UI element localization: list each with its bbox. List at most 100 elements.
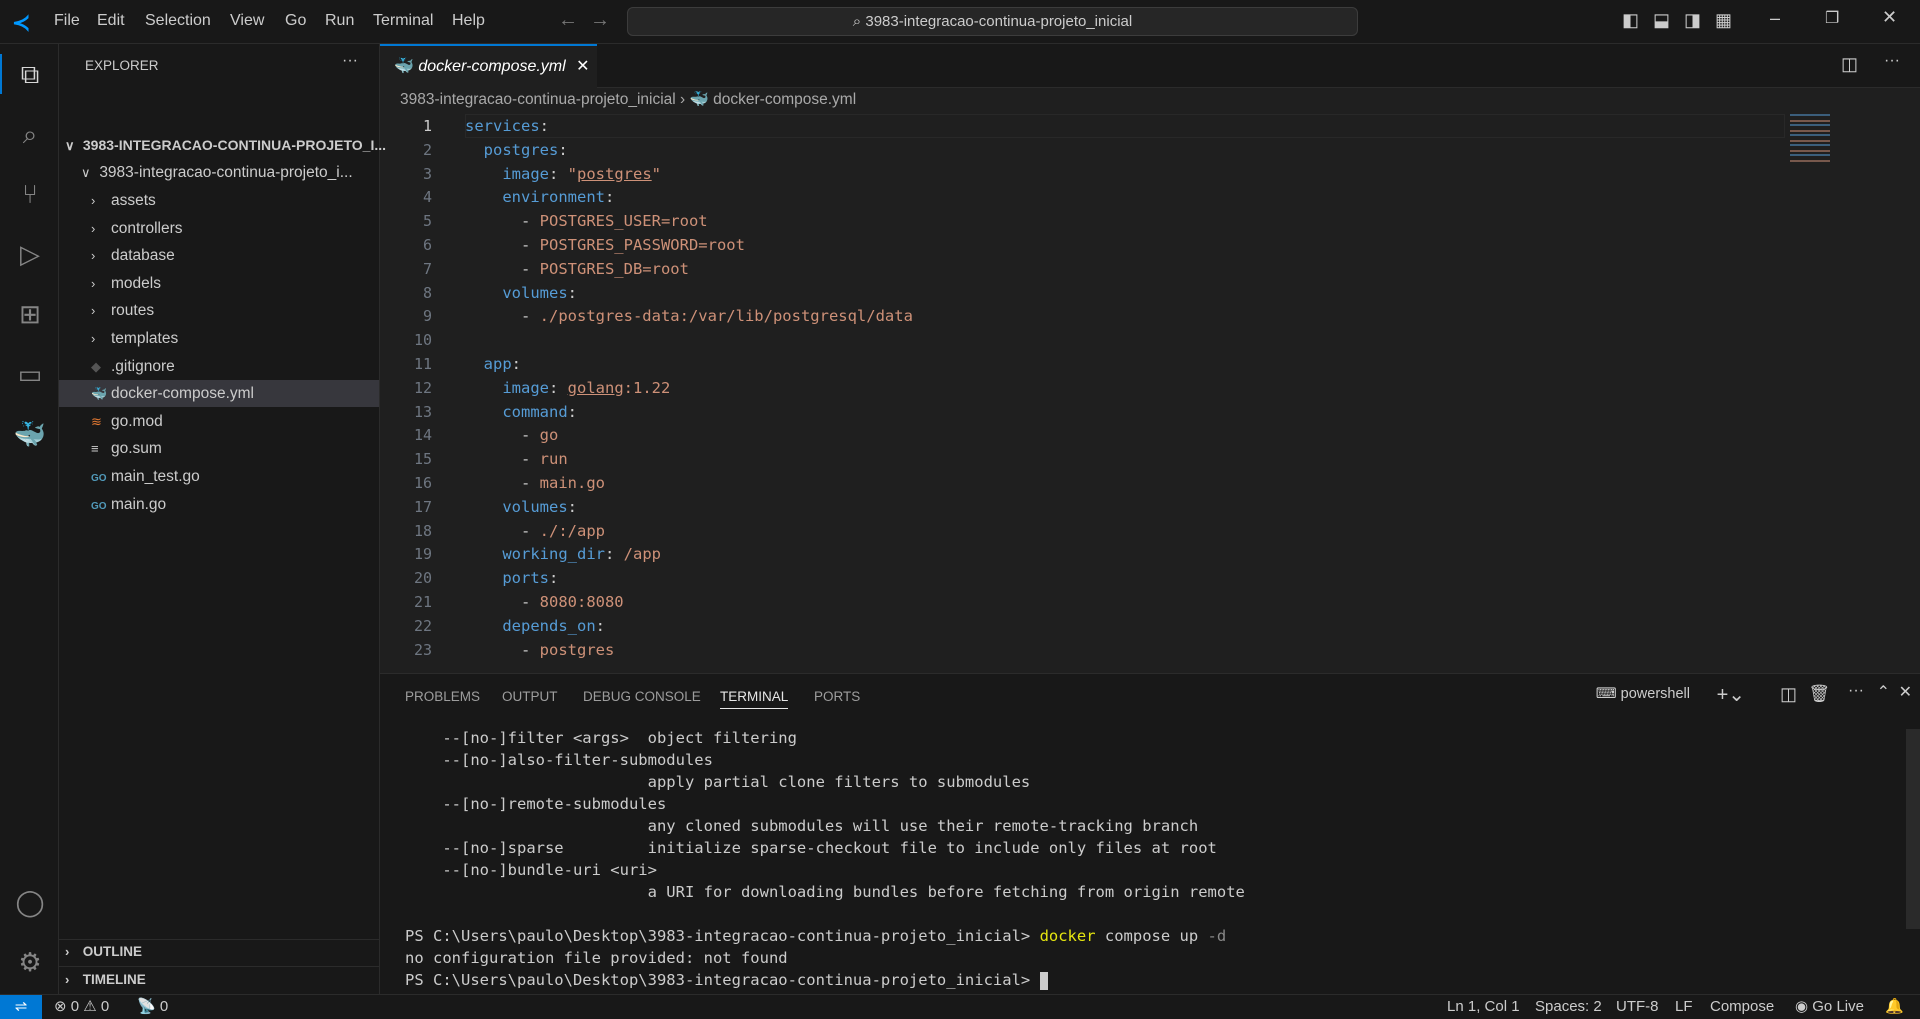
yaml-key: environment <box>502 188 605 207</box>
tree-item[interactable]: 🐳 docker-compose.yml <box>59 380 379 408</box>
tree-item[interactable]: › assets <box>59 187 379 214</box>
indentation[interactable]: Spaces: 2 <box>1535 995 1602 1019</box>
menu-help[interactable]: Help <box>452 12 485 30</box>
menu-file[interactable]: File <box>54 12 80 30</box>
timeline-section[interactable]: › TIMELINE <box>59 966 379 993</box>
terminal-shell-selector[interactable]: ⌨ powershell <box>1596 686 1690 702</box>
tab-terminal[interactable]: TERMINAL <box>720 689 789 709</box>
settings-gear-icon[interactable]: ⚙ <box>12 944 48 980</box>
panel-more-actions-icon[interactable]: ··· <box>1848 682 1864 700</box>
line-number: 22 <box>413 616 432 635</box>
tab-problems[interactable]: PROBLEMS <box>405 689 480 704</box>
breadcrumb-file[interactable]: docker-compose.yml <box>713 91 856 108</box>
remote-indicator-icon[interactable]: ⇌ <box>0 995 42 1019</box>
tree-item-label: docker-compose.yml <box>111 385 254 403</box>
tab-docker-compose[interactable]: 🐳 docker-compose.yml ✕ <box>380 44 597 88</box>
punctuation: - <box>465 259 540 278</box>
split-terminal-icon[interactable]: ◫ <box>1780 684 1797 705</box>
line-number: 4 <box>422 188 432 207</box>
remote-explorer-icon[interactable]: ▭ <box>12 356 48 392</box>
tree-item[interactable]: › database <box>59 242 379 269</box>
punctuation <box>465 188 502 206</box>
chevron-down-icon: ∨ <box>81 165 91 180</box>
restore-button[interactable]: ❐ <box>1825 8 1839 28</box>
problems-indicator[interactable]: ⊗ 0 ⚠ 0 <box>54 995 109 1019</box>
punctuation: - <box>465 450 540 469</box>
docker-icon[interactable]: 🐳 <box>12 416 48 452</box>
docker-file-icon: 🐳 <box>91 386 108 402</box>
toggle-panel-icon[interactable]: ⬓ <box>1653 10 1684 30</box>
workspace-root[interactable]: ∨ 3983-INTEGRACAO-CONTINUA-PROJETO_I... <box>59 132 386 159</box>
punctuation: - <box>465 521 540 540</box>
punctuation: : <box>567 497 577 516</box>
tree-item[interactable]: ≋ go.mod <box>59 408 379 435</box>
more-actions-icon[interactable]: ··· <box>342 52 358 70</box>
menu-run[interactable]: Run <box>325 12 354 30</box>
terminal-command-line: PS C:\Users\paulo\Desktop\3983-integraca… <box>405 927 1226 945</box>
tree-item[interactable]: › templates <box>59 325 379 352</box>
status-bar: ⇌ ⊗ 0 ⚠ 0 📡 0 Ln 1, Col 1 Spaces: 2 UTF-… <box>0 994 1920 1019</box>
timeline-label: TIMELINE <box>82 972 146 987</box>
explorer-icon[interactable]: ⧉ <box>12 56 48 92</box>
code-line: - 8080:8080 <box>465 590 624 614</box>
source-control-icon[interactable]: ⑂ <box>12 176 48 212</box>
punctuation: : <box>511 355 522 373</box>
encoding[interactable]: UTF-8 <box>1616 995 1659 1019</box>
close-tab-icon[interactable]: ✕ <box>576 58 589 75</box>
yaml-value: :1.22 <box>623 378 671 397</box>
minimap[interactable] <box>1790 114 1840 164</box>
terminal-scrollbar[interactable] <box>1906 729 1920 929</box>
kill-terminal-trash-icon[interactable]: 🗑 <box>1808 684 1830 704</box>
extensions-icon[interactable]: ⊞ <box>12 296 48 332</box>
tree-item[interactable]: ≡ go.sum <box>59 435 379 462</box>
chevron-right-icon: › <box>680 91 686 108</box>
cursor-position[interactable]: Ln 1, Col 1 <box>1447 995 1520 1019</box>
forward-arrow-icon[interactable]: → <box>590 9 610 32</box>
menu-view[interactable]: View <box>230 12 264 30</box>
customize-layout-icon[interactable]: ▦ <box>1715 10 1746 30</box>
new-terminal-icon[interactable]: +⌄ <box>1717 682 1745 707</box>
tab-debug-console[interactable]: DEBUG CONSOLE <box>583 689 701 704</box>
tab-ports[interactable]: PORTS <box>814 689 860 704</box>
maximize-panel-chevron-up-icon[interactable]: ⌃ <box>1877 682 1890 702</box>
toggle-sidebar-icon[interactable]: ◧ <box>1622 10 1653 30</box>
menu-selection[interactable]: Selection <box>145 12 211 30</box>
project-folder[interactable]: ∨ 3983-integracao-continua-projeto_i... <box>59 159 379 186</box>
accounts-icon[interactable]: ◯ <box>12 884 48 920</box>
editor-more-actions-icon[interactable]: ··· <box>1884 52 1900 70</box>
tree-item[interactable]: › models <box>59 270 379 297</box>
outline-section[interactable]: › OUTLINE <box>59 938 379 965</box>
close-panel-icon[interactable]: ✕ <box>1899 682 1912 702</box>
search-icon[interactable]: ⌕ <box>12 116 48 152</box>
run-debug-icon[interactable]: ▷ <box>12 236 48 272</box>
minimize-button[interactable]: – <box>1770 8 1780 29</box>
line-number: 18 <box>413 521 432 540</box>
back-arrow-icon[interactable]: ← <box>558 9 578 32</box>
split-editor-icon[interactable]: ◫ <box>1841 54 1858 75</box>
language-mode[interactable]: Compose <box>1710 995 1774 1019</box>
punctuation: : <box>604 188 615 207</box>
end-of-line[interactable]: LF <box>1675 995 1693 1019</box>
menu-edit[interactable]: Edit <box>97 12 125 30</box>
explorer-title: EXPLORER <box>85 58 159 73</box>
terminal-line: any cloned submodules will use their rem… <box>405 817 1199 835</box>
close-window-button[interactable]: ✕ <box>1882 7 1897 28</box>
command-center-search[interactable]: ⌕ 3983-integracao-continua-projeto_inici… <box>627 7 1358 36</box>
menu-go[interactable]: Go <box>285 12 306 30</box>
tree-item[interactable]: › controllers <box>59 215 379 242</box>
command-flag: -d <box>1198 927 1227 945</box>
toggle-secondary-sidebar-icon[interactable]: ◨ <box>1684 10 1715 30</box>
terminal-line: --[no-]filter <args> object filtering <box>405 729 797 747</box>
tree-item[interactable]: › routes <box>59 297 379 324</box>
tree-item[interactable]: GO main.go <box>59 491 379 518</box>
notifications-bell-icon[interactable]: 🔔 <box>1885 995 1904 1019</box>
menu-terminal[interactable]: Terminal <box>373 12 433 30</box>
breadcrumb-folder[interactable]: 3983-integracao-continua-projeto_inicial <box>400 91 676 108</box>
tree-item[interactable]: GO main_test.go <box>59 463 379 490</box>
tab-output[interactable]: OUTPUT <box>502 689 558 704</box>
vscode-logo-icon: ≺ <box>12 10 31 35</box>
tree-item[interactable]: ◆ .gitignore <box>59 353 379 380</box>
ports-indicator[interactable]: 📡 0 <box>137 995 168 1019</box>
layout-controls: ◧⬓◨▦ <box>1622 10 1746 31</box>
go-live-button[interactable]: ◉ Go Live <box>1795 995 1864 1019</box>
